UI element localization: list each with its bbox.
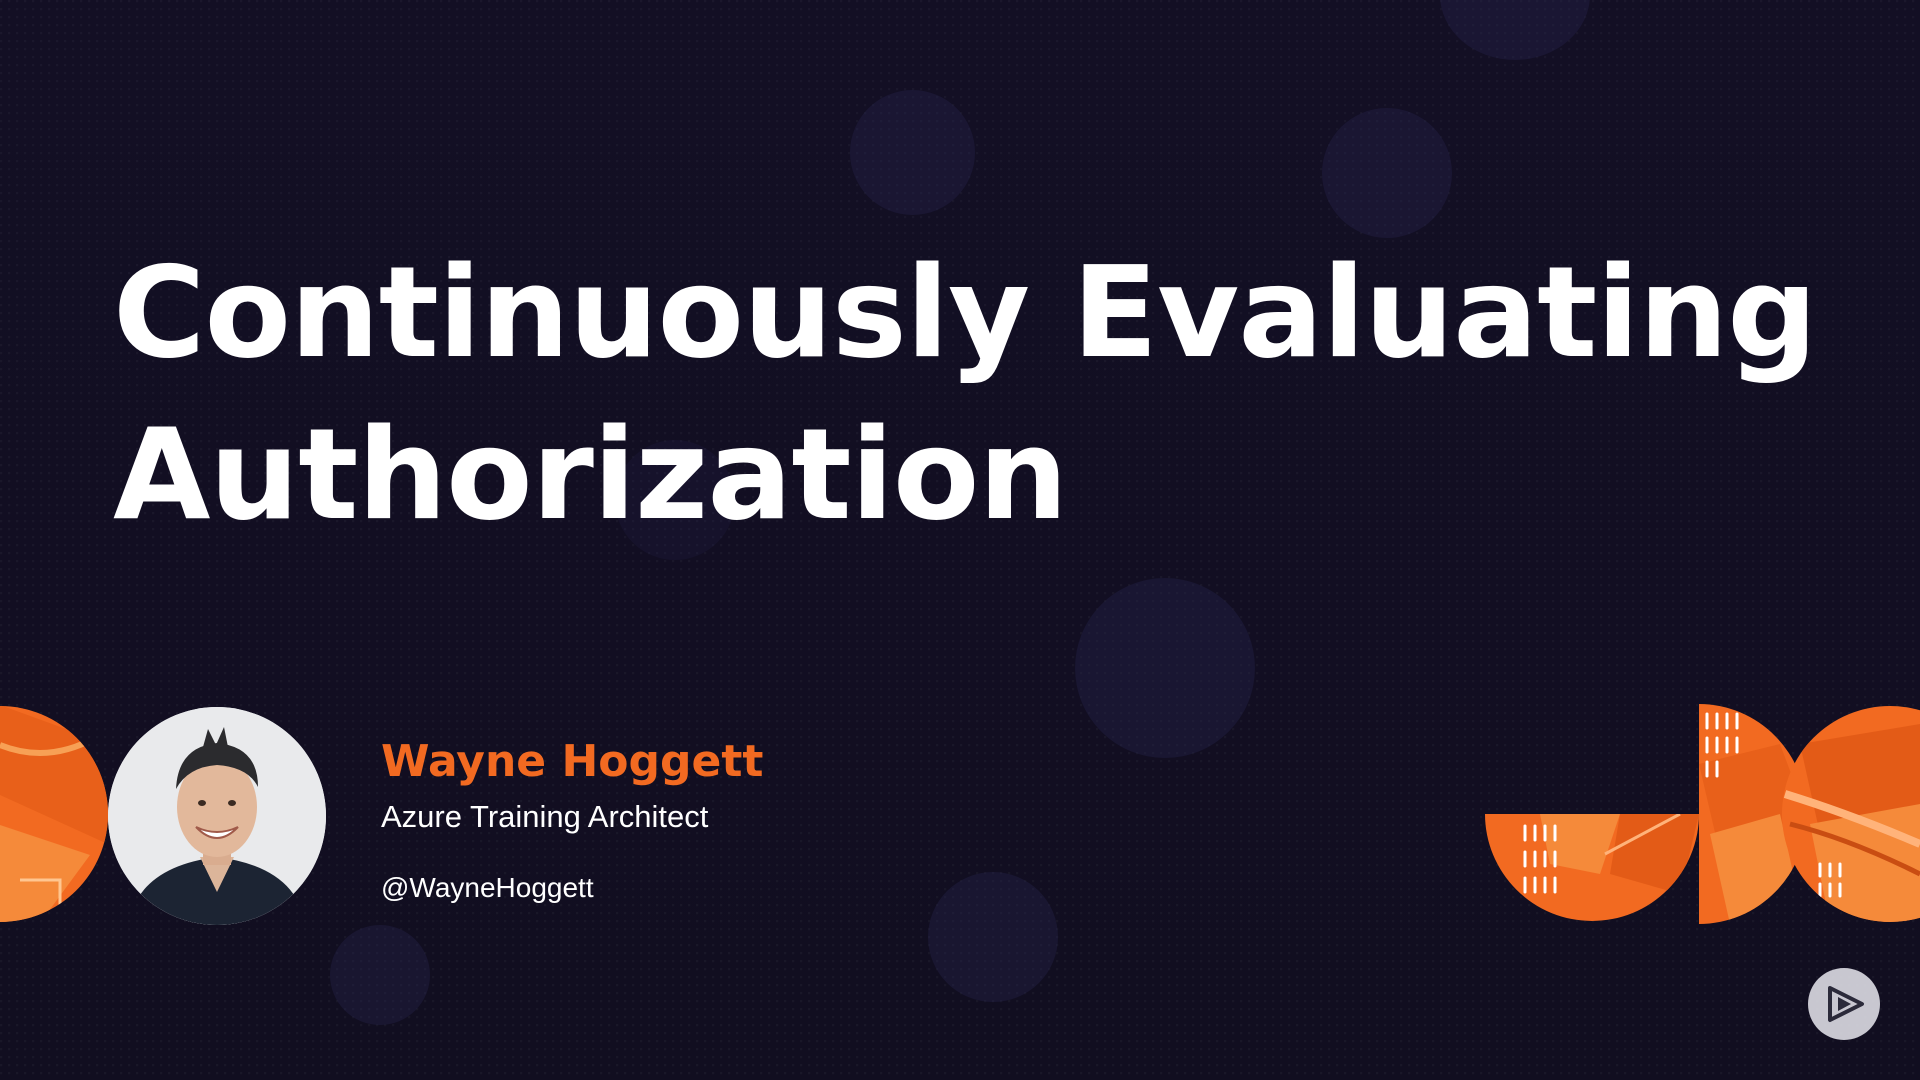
right-orange-decoration [1485,704,1920,924]
title-slide: Continuously Evaluating Authorization Wa… [0,0,1920,1080]
slide-title: Continuously Evaluating Authorization [113,232,1817,556]
slide-title-line-1: Continuously Evaluating [113,239,1817,386]
speaker-photo [108,707,326,925]
play-logo-icon [1828,986,1864,1022]
play-logo-button[interactable] [1808,968,1880,1040]
speaker-avatar [108,707,326,925]
slide-title-line-2: Authorization [113,401,1068,548]
background-circle [330,925,430,1025]
background-circle [1075,578,1255,758]
speaker-handle: @WayneHoggett [381,872,594,903]
background-circle [850,90,975,215]
background-circle [928,872,1058,1002]
background-circle [1440,0,1590,60]
speaker-name: Wayne Hoggett [381,736,764,787]
left-orange-decoration [0,706,108,922]
speaker-role: Azure Training Architect [381,799,709,834]
background-circle [1322,108,1452,238]
